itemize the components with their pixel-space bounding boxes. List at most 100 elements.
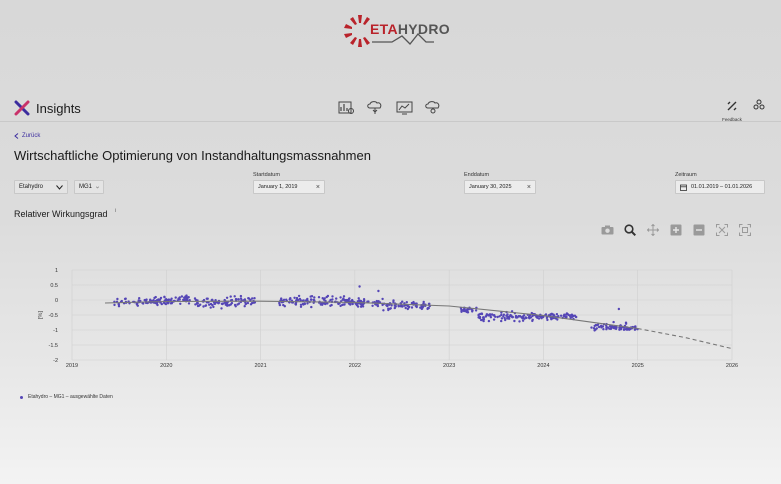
data-point [351,302,354,306]
data-point [152,299,155,302]
data-point [546,318,549,322]
clear-icon[interactable]: × [316,184,320,191]
data-point [594,323,598,327]
data-point [399,305,402,308]
data-point [179,302,182,305]
data-point [420,307,423,311]
data-point [294,303,298,306]
data-point [313,296,316,299]
data-point [170,297,173,300]
data-point [209,306,212,309]
data-point [595,327,598,330]
data-point [382,309,385,312]
data-point [166,302,170,305]
data-point [537,317,541,320]
chart-report-icon[interactable] [337,99,356,116]
data-point [371,304,374,307]
start-date-input[interactable]: January 1, 2019 × [253,180,325,194]
data-point [343,298,346,302]
data-point [358,285,361,288]
data-point [555,313,559,316]
data-point [237,302,241,305]
data-point [196,302,199,305]
data-point [342,303,345,306]
forecast-line [637,327,733,350]
data-point [124,297,127,300]
back-link-label: Zurück [22,133,41,139]
reset-axes-icon[interactable] [738,223,752,237]
zoom-icon[interactable] [623,223,637,237]
data-point [405,301,408,304]
data-point [624,321,628,324]
data-point [310,305,313,309]
y-tick-label: 0.5 [50,283,58,289]
data-point [490,313,494,316]
data-point [531,319,534,323]
cloud-cog-icon[interactable] [424,99,443,116]
data-point [602,328,605,331]
data-point [120,299,124,303]
data-point [359,303,363,306]
data-point [460,310,463,313]
logo-wordmark: ETAHYDRO [370,21,450,37]
feedback-button[interactable]: Feedback [720,98,744,122]
y-tick-label: -2 [53,358,58,364]
camera-icon[interactable] [600,223,614,237]
data-point [243,305,246,308]
data-point [212,305,215,309]
data-point [309,295,312,298]
data-point [251,297,254,300]
plant-select[interactable]: Etahydro [14,180,68,194]
feedback-icon [727,101,737,111]
x-tick-label: 2026 [726,363,738,369]
data-point [381,297,384,301]
data-point [599,325,603,328]
data-point [285,298,288,301]
data-point [567,313,570,317]
data-point [540,316,543,319]
autoscale-icon[interactable] [715,223,729,237]
clear-icon[interactable]: × [527,184,531,191]
data-point [510,315,514,319]
app-brand[interactable]: Insights [14,100,81,116]
data-point [153,296,156,300]
legend-label: Etahydro – MG1 – ausgewählte Daten [28,394,113,400]
info-icon[interactable]: i [115,208,116,214]
data-point [593,329,596,332]
efficiency-scatter-chart[interactable]: 2019 2020 2021 2022 2023 2024 2025 2026 1 0.5 0 -0.… [0,250,781,380]
zoom-in-icon[interactable] [669,223,683,237]
data-point [471,309,474,312]
data-point [617,307,621,311]
data-point [392,300,395,304]
data-point [362,303,365,306]
data-point [202,305,205,308]
data-point [506,317,509,320]
data-point [505,314,508,317]
data-point [280,297,283,300]
back-link[interactable]: Zurück [14,133,40,139]
data-point [234,305,237,308]
y-tick-label: -1.5 [49,343,58,349]
range-picker[interactable]: 01.01.2019 – 01.01.2026 [675,180,765,194]
data-point [289,297,292,300]
chart-legend[interactable]: Etahydro – MG1 – ausgewählte Daten [20,394,113,400]
end-date-input[interactable]: January 30, 2025 × [464,180,536,194]
data-point [480,312,484,316]
settings-icon[interactable] [753,99,765,111]
data-point [427,306,430,310]
monitor-chart-icon[interactable] [395,99,414,116]
insights-logo-icon [14,100,30,116]
x-tick-label: 2020 [160,363,172,369]
unit-select[interactable]: MG1 [74,180,104,194]
cloud-tree-icon[interactable] [366,99,385,116]
x-tick-label: 2025 [632,363,644,369]
data-point [138,297,141,300]
x-tick-label: 2024 [537,363,549,369]
zoom-out-icon[interactable] [692,223,706,237]
pan-icon[interactable] [646,223,660,237]
data-point [559,314,563,317]
y-tick-label: -1 [53,328,58,334]
chevron-left-icon [14,133,19,139]
calendar-icon [680,184,687,191]
page-title: Wirtschaftliche Optimierung von Instandh… [14,148,371,163]
